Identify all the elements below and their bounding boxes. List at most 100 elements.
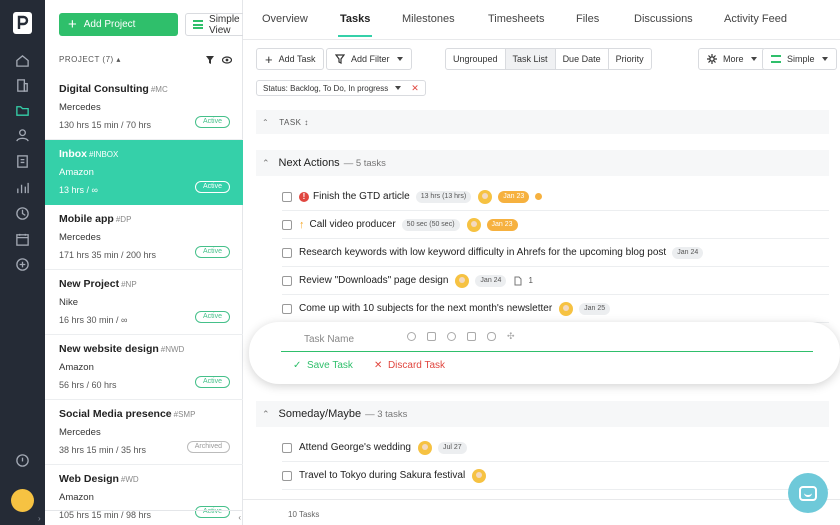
chat-icon	[799, 485, 817, 501]
assignee-avatar[interactable]	[466, 217, 481, 232]
project-item[interactable]: Digital Consulting #MC Mercedes 130 hrs 1…	[45, 75, 243, 140]
tab-activity-feed[interactable]: Activity Feed	[724, 13, 787, 25]
calendar-icon[interactable]	[14, 231, 31, 248]
due-date-badge: Jan 23	[498, 190, 530, 203]
project-item[interactable]: Mobile app #DP Mercedes 171 hrs 35 min / …	[45, 205, 243, 270]
tab-files[interactable]: Files	[576, 13, 599, 25]
description-icon[interactable]	[427, 332, 436, 341]
add-filter-button[interactable]: Add Filter	[326, 48, 412, 70]
project-list-header[interactable]: PROJECT (7) ▴	[59, 55, 235, 67]
task-checkbox[interactable]	[282, 247, 292, 258]
task-name-input[interactable]	[281, 328, 813, 352]
home-icon[interactable]	[14, 52, 31, 69]
building-icon[interactable]	[14, 77, 31, 94]
task-checkbox[interactable]	[282, 275, 292, 286]
grouping-switch: Ungrouped Task List Due Date Priority	[445, 48, 652, 70]
group-ungrouped[interactable]: Ungrouped	[446, 49, 506, 69]
project-item[interactable]: Social Media presence #SMP Mercedes 38 hr…	[45, 400, 243, 465]
assignee-avatar[interactable]	[478, 189, 493, 204]
user-avatar[interactable]	[11, 489, 34, 512]
task-row[interactable]: Come up with 10 subjects for the next mo…	[282, 295, 829, 323]
tab-milestones[interactable]: Milestones	[402, 13, 455, 25]
user-icon[interactable]	[14, 127, 31, 144]
priority-up-icon: ↑	[299, 218, 305, 231]
assignee-avatar[interactable]	[417, 440, 432, 455]
section-header-next-actions[interactable]: ⌃ Next Actions — 5 tasks	[256, 150, 829, 176]
discard-task-button[interactable]: ✕ Discard Task	[374, 360, 445, 371]
due-date-badge: Jan 24	[672, 246, 704, 259]
remove-filter-icon[interactable]: ✕	[411, 83, 419, 94]
task-checkbox[interactable]	[282, 219, 292, 230]
status-badge: Active	[194, 116, 230, 128]
task-column-header[interactable]: ⌃ TASK ↕	[256, 110, 829, 134]
due-date-badge: Jul 27	[437, 441, 467, 454]
assignee-icon[interactable]	[447, 332, 456, 341]
task-checkbox[interactable]	[282, 470, 292, 481]
add-circle-icon[interactable]	[14, 256, 31, 273]
task-checkbox[interactable]	[282, 303, 292, 314]
task-row[interactable]: Travel to Tokyo during Sakura festival	[282, 462, 829, 490]
list-icon	[771, 55, 781, 63]
add-project-button[interactable]: + Add Project	[59, 13, 178, 36]
task-checkbox[interactable]	[282, 191, 292, 202]
time-tracked: 50 sec (50 sec)	[401, 218, 460, 231]
assignee-avatar[interactable]	[559, 301, 574, 316]
expand-rail-icon[interactable]: ›	[38, 514, 41, 523]
file-count: 1	[528, 276, 533, 285]
more-button[interactable]: More	[698, 48, 766, 70]
new-task-editor: ✣ ✓ Save Task ✕ Discard Task	[249, 322, 840, 384]
section-header-someday-maybe[interactable]: ⌃ Someday/Maybe — 3 tasks	[256, 401, 829, 427]
chat-support-button[interactable]	[788, 473, 828, 513]
tab-overview[interactable]: Overview	[262, 13, 308, 25]
display-mode-button[interactable]: Simple	[762, 48, 837, 70]
filter-icon[interactable]	[205, 55, 215, 65]
main-panel: Overview Tasks Milestones Timesheets Fil…	[243, 0, 840, 525]
status-filter-chip[interactable]: Status: Backlog, To Do, In progress ✕	[256, 80, 426, 96]
eye-icon[interactable]	[222, 55, 232, 65]
group-priority[interactable]: Priority	[609, 49, 651, 69]
chevron-up-icon[interactable]: ⌃	[262, 158, 270, 169]
task-row[interactable]: Review "Downloads" page design Jan 24 1	[282, 267, 829, 295]
tab-timesheets[interactable]: Timesheets	[488, 13, 544, 25]
assignee-avatar[interactable]	[472, 468, 487, 483]
project-item-selected[interactable]: Inbox #INBOX Amazon 13 hrs / ∞ Active	[45, 140, 243, 205]
clock-icon[interactable]	[14, 205, 31, 222]
app-logo-icon[interactable]	[13, 12, 32, 34]
task-row[interactable]: ! Finish the GTD article 13 hrs (13 hrs)…	[282, 183, 829, 211]
group-due-date[interactable]: Due Date	[556, 49, 609, 69]
task-row[interactable]: ↑ Call video producer 50 sec (50 sec) Ja…	[282, 211, 829, 239]
group-task-list[interactable]: Task List	[505, 49, 556, 69]
app-window: › + Add Project Simple View PROJECT (7) ▴…	[0, 0, 840, 525]
plus-icon: +	[265, 51, 273, 67]
task-row[interactable]: Research keywords with low keyword diffi…	[282, 239, 829, 267]
plus-icon: +	[68, 16, 77, 33]
check-icon: ✓	[293, 360, 302, 371]
reports-icon[interactable]	[14, 179, 31, 196]
calendar-icon[interactable]	[467, 332, 476, 341]
collapse-sidebar-icon[interactable]: ‹	[238, 513, 241, 522]
project-item[interactable]: New Project #NP Nike 16 hrs 30 min / ∞ Ac…	[45, 270, 243, 335]
attachment-icon[interactable]	[487, 332, 496, 341]
close-icon: ✕	[374, 360, 383, 371]
status-badge: Active	[194, 376, 230, 388]
assignee-avatar[interactable]	[455, 273, 470, 288]
add-task-button[interactable]: + Add Task	[256, 48, 325, 70]
task-row[interactable]: Attend George's wedding Jul 27	[282, 434, 829, 462]
collapse-all-icon[interactable]: ⌃	[262, 118, 269, 127]
task-checkbox[interactable]	[282, 442, 292, 453]
status-badge: Active	[194, 311, 230, 323]
folder-icon[interactable]	[14, 102, 31, 119]
tab-tasks[interactable]: Tasks	[337, 13, 373, 37]
timer-icon[interactable]	[14, 452, 31, 469]
chevron-down-icon	[395, 86, 402, 90]
move-icon[interactable]: ✣	[507, 332, 516, 341]
priority-icon[interactable]	[407, 332, 416, 341]
due-date-badge: Jan 23	[486, 218, 518, 231]
save-task-button[interactable]: ✓ Save Task	[293, 360, 353, 371]
chevron-down-icon	[750, 57, 757, 61]
invoice-icon[interactable]	[14, 153, 31, 170]
project-item[interactable]: New website design #NWD Amazon 56 hrs / 6…	[45, 335, 243, 400]
status-badge: Active	[194, 246, 230, 258]
tab-discussions[interactable]: Discussions	[634, 13, 693, 25]
chevron-up-icon[interactable]: ⌃	[262, 409, 270, 420]
